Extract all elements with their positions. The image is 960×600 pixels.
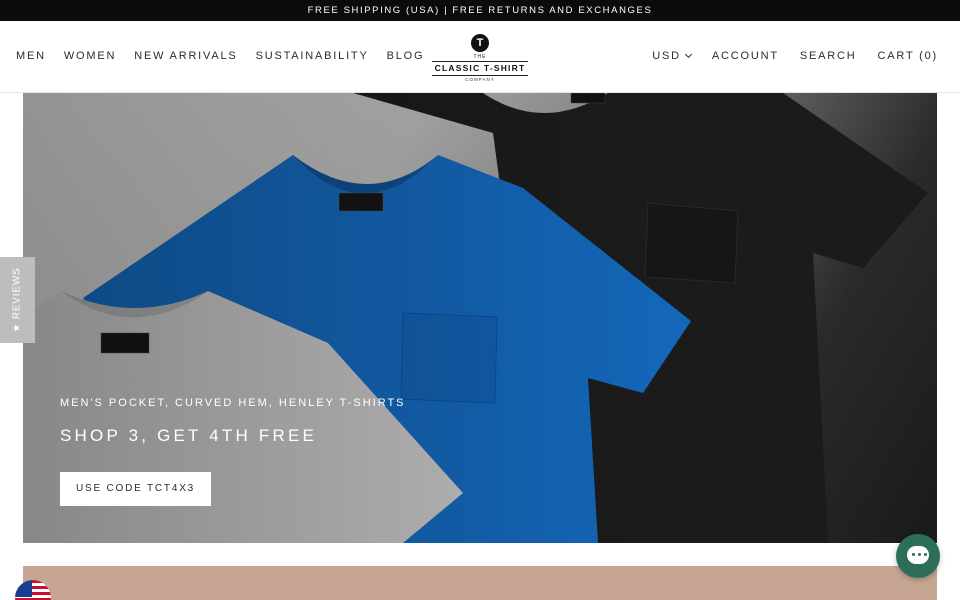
use-code-button[interactable]: USE CODE TCT4X3	[60, 472, 211, 506]
hero-subtitle: MEN'S POCKET, CURVED HEM, HENLEY T-SHIRT…	[60, 397, 406, 409]
account-link[interactable]: ACCOUNT	[712, 50, 779, 62]
utility-nav: USD ACCOUNT SEARCH CART (0)	[652, 50, 938, 62]
nav-new-arrivals[interactable]: NEW ARRIVALS	[134, 50, 237, 62]
chevron-down-icon	[684, 50, 692, 59]
chat-dots	[912, 553, 927, 556]
nav-sustainability[interactable]: SUSTAINABILITY	[256, 50, 369, 62]
site-logo[interactable]: T THE CLASSIC T-SHIRT COMPANY	[430, 34, 530, 82]
announcement-bar: FREE SHIPPING (USA) | FREE RETURNS AND E…	[0, 0, 960, 21]
logo-company: COMPANY	[465, 77, 495, 82]
logo-the: THE	[473, 54, 487, 60]
nav-blog[interactable]: BLOG	[387, 50, 425, 62]
logo-divider	[432, 75, 528, 76]
chat-button[interactable]	[896, 534, 940, 578]
search-link[interactable]: SEARCH	[800, 50, 857, 62]
hero-banner: MEN'S POCKET, CURVED HEM, HENLEY T-SHIRT…	[23, 93, 937, 543]
hero-title: SHOP 3, GET 4TH FREE	[60, 426, 318, 445]
reviews-tab[interactable]: ★ REVIEWS	[0, 257, 35, 343]
nav-women[interactable]: WOMEN	[64, 50, 116, 62]
site-header: MEN WOMEN NEW ARRIVALS SUSTAINABILITY BL…	[0, 21, 960, 93]
reviews-tab-label: ★ REVIEWS	[11, 267, 23, 333]
logo-name: CLASSIC T-SHIRT	[434, 63, 526, 73]
nav-men[interactable]: MEN	[16, 50, 46, 62]
logo-divider	[432, 61, 528, 62]
currency-selector[interactable]: USD	[652, 50, 692, 62]
logo-mark: T	[471, 34, 489, 52]
currency-label: USD	[652, 50, 681, 62]
cart-link[interactable]: CART (0)	[878, 50, 938, 62]
promo-section	[23, 566, 937, 600]
primary-nav: MEN WOMEN NEW ARRIVALS SUSTAINABILITY BL…	[16, 50, 424, 62]
